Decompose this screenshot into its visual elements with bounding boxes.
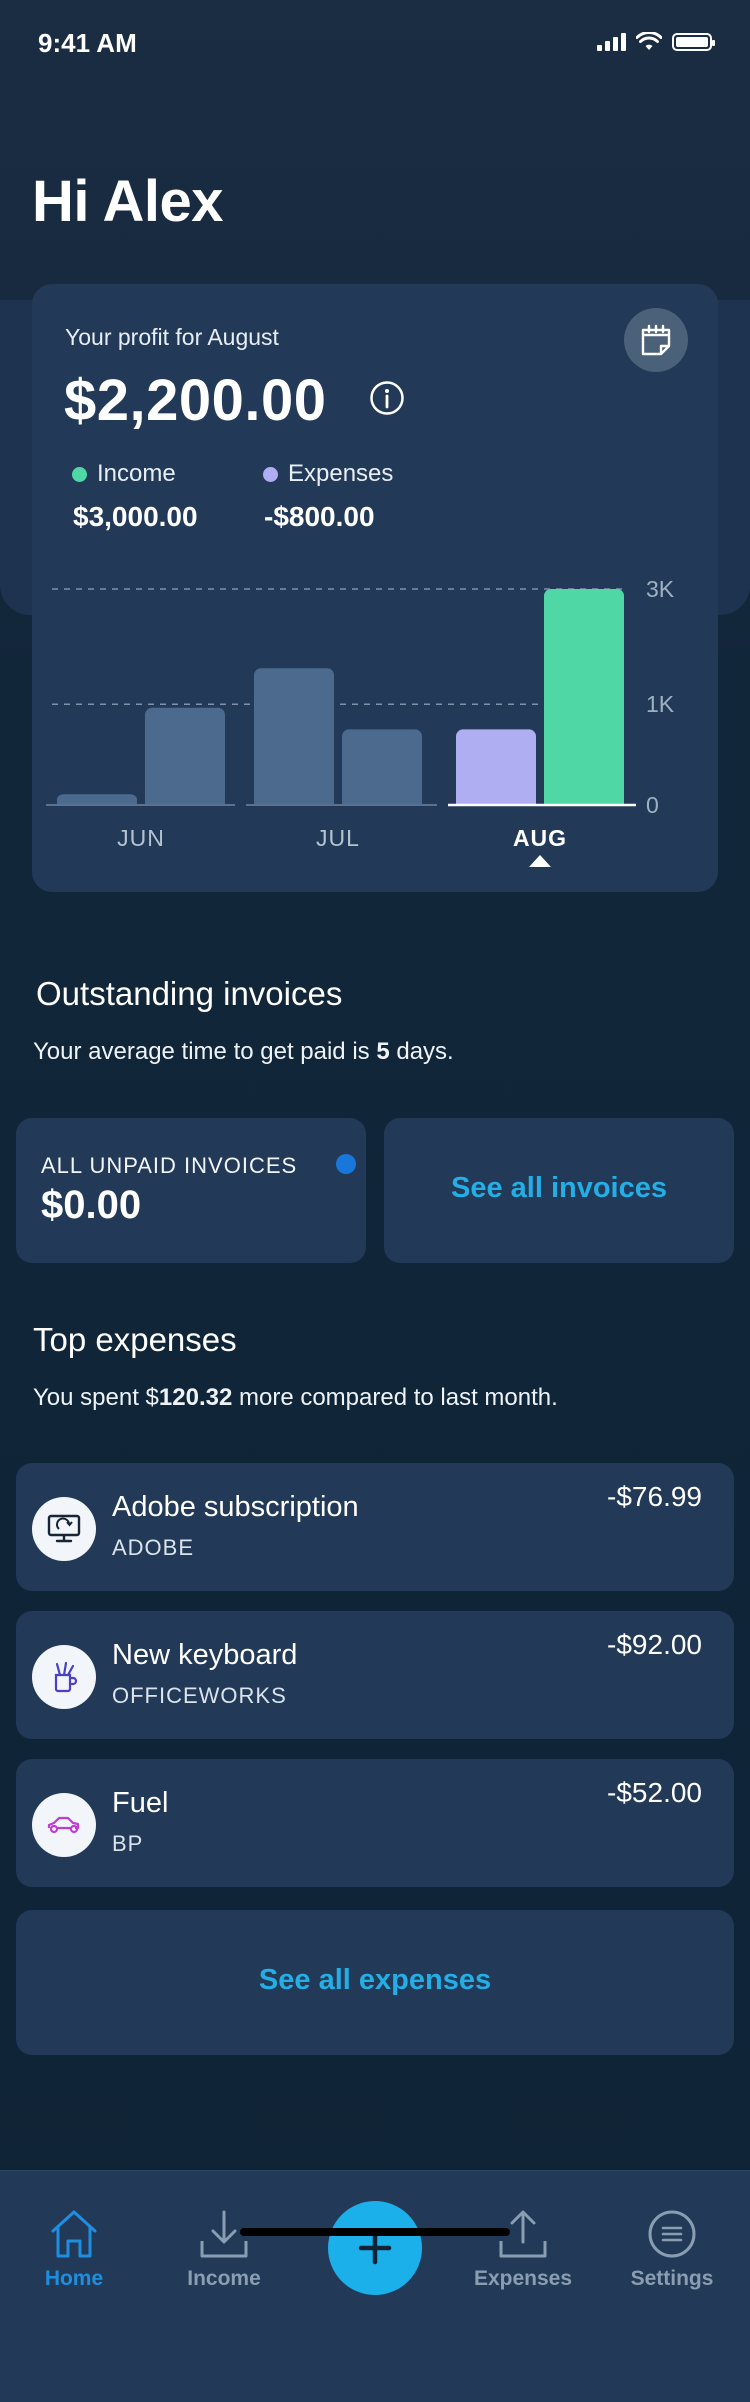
expenses-section-title: Top expenses — [33, 1321, 237, 1358]
nav-income-label: Income — [187, 2267, 261, 2290]
see-all-expenses-label: See all expenses — [258, 1964, 492, 1996]
cellular-signal-icon — [597, 33, 626, 51]
chart-bar-jul-expenses — [254, 668, 334, 805]
legend-income-label: Income — [97, 460, 176, 487]
selected-month-indicator — [529, 855, 551, 867]
monitor-icon — [47, 1514, 81, 1543]
expenses-subtitle: You spent $120.32 more compared to last … — [33, 1384, 558, 1411]
invoices-subtitle: Your average time to get paid is 5 days. — [33, 1038, 454, 1065]
expenses-dot — [263, 466, 278, 482]
status-time: 9:41 AM — [38, 28, 137, 58]
expense-name: New keyboard — [112, 1639, 298, 1671]
legend-income: Income — [72, 460, 176, 488]
chart-bar-aug-income — [544, 589, 624, 805]
expense-item[interactable]: New keyboard OFFICEWORKS -$92.00 — [16, 1611, 734, 1739]
expense-icon-wrap — [32, 1645, 96, 1709]
unpaid-invoices-tile[interactable]: ALL UNPAID INVOICES $0.00 — [16, 1118, 366, 1263]
unpaid-invoices-value: $0.00 — [41, 1183, 142, 1227]
expense-name: Adobe subscription — [112, 1491, 359, 1523]
legend-expenses: Expenses — [263, 460, 393, 488]
greeting-title: Hi Alex — [32, 169, 223, 234]
nav-settings[interactable]: Settings — [612, 2209, 732, 2291]
expenses-value: -$800.00 — [264, 501, 375, 532]
expense-vendor: OFFICEWORKS — [112, 1683, 287, 1708]
battery-icon — [672, 33, 715, 51]
nav-income[interactable]: Income — [164, 2209, 284, 2291]
chart-xtick-label: JUN — [117, 825, 165, 851]
expense-name: Fuel — [112, 1787, 169, 1819]
status-icons — [597, 32, 715, 52]
profit-bar-chart: 3K 1K 0 JUN JUL AUG — [46, 576, 675, 867]
chart-xtick-label: JUL — [316, 825, 360, 851]
home-indicator — [240, 2228, 510, 2236]
expense-vendor: ADOBE — [112, 1535, 195, 1560]
wifi-icon — [636, 32, 662, 50]
income-dot — [72, 466, 87, 482]
status-bar: 9:41 AM — [0, 0, 750, 84]
expense-icon-wrap — [32, 1497, 96, 1561]
see-all-invoices-button[interactable]: See all invoices — [384, 1118, 734, 1263]
chart-ytick-label: 3K — [646, 576, 675, 602]
nav-settings-label: Settings — [630, 2267, 714, 2290]
expense-vendor: BP — [112, 1831, 144, 1856]
see-all-expenses-button[interactable]: See all expenses — [16, 1910, 734, 2055]
see-all-invoices-label: See all invoices — [450, 1172, 667, 1204]
chart-bar-aug-expenses — [456, 729, 536, 805]
unpaid-indicator-dot — [336, 1154, 356, 1174]
calendar-icon — [641, 324, 671, 356]
bottom-nav: Home Income Expenses Settings — [0, 2170, 750, 2402]
nav-home[interactable]: Home — [14, 2209, 134, 2291]
expense-amount: -$76.99 — [607, 1481, 702, 1512]
profit-card: Your profit for August $2,200.00 Income … — [32, 284, 718, 892]
menu-circle-icon — [648, 2210, 696, 2258]
legend-expenses-label: Expenses — [288, 460, 394, 487]
add-button[interactable] — [328, 2201, 422, 2295]
expense-icon-wrap — [32, 1793, 96, 1857]
income-value: $3,000.00 — [73, 501, 198, 532]
car-icon — [47, 1816, 80, 1834]
chart-bar-jun-income — [145, 707, 225, 805]
unpaid-invoices-label: ALL UNPAID INVOICES — [41, 1153, 298, 1178]
profit-amount: $2,200.00 — [64, 368, 327, 433]
calendar-button[interactable] — [624, 308, 688, 372]
chart-bar-jul-income — [342, 729, 422, 805]
expense-item[interactable]: Fuel BP -$52.00 — [16, 1759, 734, 1887]
chart-ytick-label: 0 — [646, 792, 659, 818]
expense-amount: -$92.00 — [607, 1629, 702, 1660]
expense-item[interactable]: Adobe subscription ADOBE -$76.99 — [16, 1463, 734, 1591]
invoices-section-title: Outstanding invoices — [36, 975, 343, 1012]
expense-amount: -$52.00 — [607, 1777, 702, 1808]
chart-xtick-label: AUG — [513, 825, 567, 851]
chart-ytick-label: 1K — [646, 691, 675, 717]
nav-expenses-label: Expenses — [473, 2267, 573, 2290]
home-icon — [51, 2210, 97, 2258]
profit-label: Your profit for August — [65, 324, 279, 350]
nav-home-label: Home — [44, 2267, 104, 2290]
info-icon[interactable] — [369, 380, 405, 416]
nav-expenses[interactable]: Expenses — [463, 2209, 583, 2291]
pencil-cup-icon — [54, 1661, 78, 1693]
